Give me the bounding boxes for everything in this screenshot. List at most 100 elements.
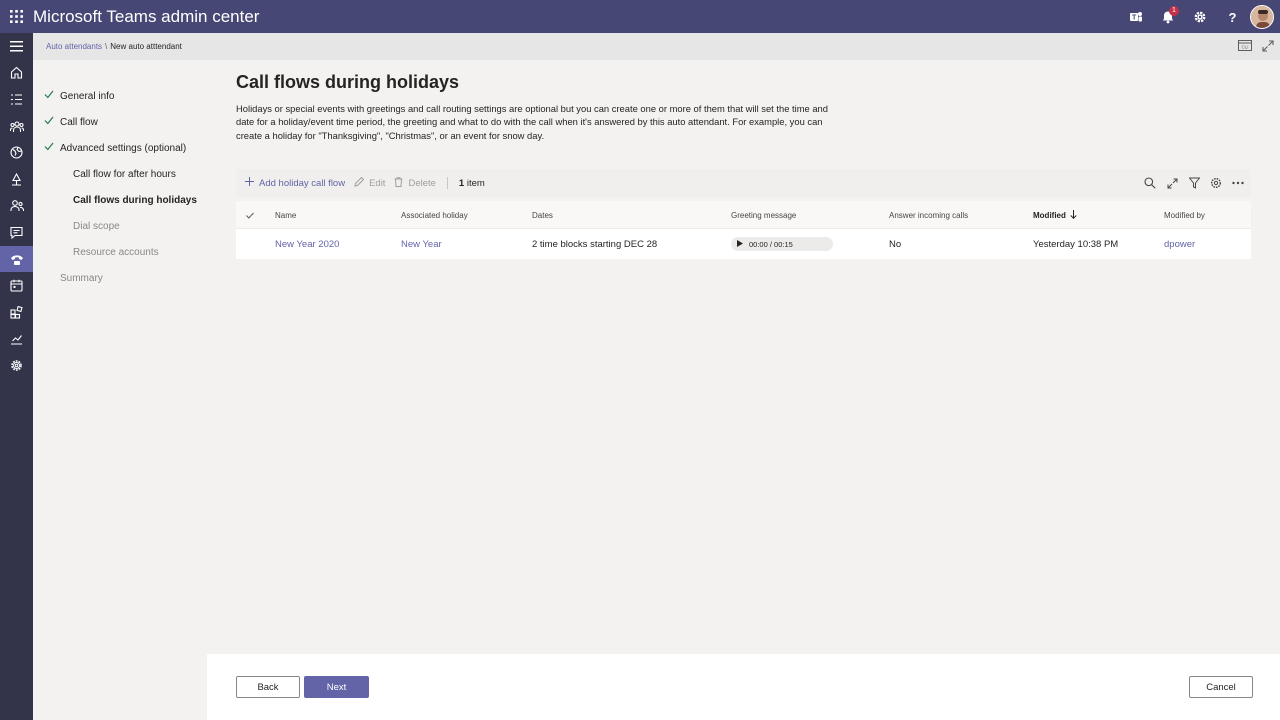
add-holiday-call-flow-button[interactable]: Add holiday call flow xyxy=(245,169,345,197)
answer-incoming-calls-cell: No xyxy=(889,238,902,250)
search-icon[interactable] xyxy=(1143,176,1157,190)
wizard-step-label: Summary xyxy=(60,272,103,284)
plus-icon xyxy=(245,177,254,189)
cancel-button[interactable]: Cancel xyxy=(1189,676,1253,698)
app-title: Microsoft Teams admin center xyxy=(33,6,260,26)
pencil-icon xyxy=(354,176,365,190)
table-row[interactable]: New Year 2020 New Year 2 time blocks sta… xyxy=(236,229,1251,259)
holiday-call-flows-table: Name Associated holiday Dates Greeting m… xyxy=(236,201,1251,259)
keyboard-shortcuts-icon[interactable]: CLI xyxy=(1238,40,1252,53)
wizard-step-call-flow[interactable]: Call flow xyxy=(33,113,98,131)
wizard-step-resource-accounts[interactable]: Resource accounts xyxy=(33,243,159,261)
page-title: Call flows during holidays xyxy=(236,72,460,92)
trash-icon xyxy=(394,176,403,190)
check-icon xyxy=(44,142,54,154)
svg-text:CLI: CLI xyxy=(1242,45,1249,50)
left-nav-rail xyxy=(0,33,33,720)
svg-text:?: ? xyxy=(1229,10,1237,24)
page-description: Holidays or special events with greeting… xyxy=(236,103,828,141)
filter-icon[interactable] xyxy=(1187,176,1201,190)
breadcrumb-separator: \ xyxy=(105,42,108,51)
wizard-step-summary[interactable]: Summary xyxy=(33,269,103,287)
add-holiday-call-flow-label: Add holiday call flow xyxy=(259,177,346,189)
column-header-modified-label: Modified xyxy=(1033,210,1066,220)
greeting-audio-player[interactable]: 00:00 / 00:15 xyxy=(731,229,833,259)
associated-holiday-link[interactable]: New Year xyxy=(401,229,442,259)
wizard-step-label: General info xyxy=(60,90,115,102)
column-header-name[interactable]: Name xyxy=(275,201,296,229)
back-button[interactable]: Back xyxy=(236,676,300,698)
top-bar: Microsoft Teams admin center T 1 ? xyxy=(0,0,1280,33)
column-header-associated-holiday[interactable]: Associated holiday xyxy=(401,201,468,229)
analytics-reports-icon[interactable] xyxy=(0,326,33,353)
delete-label: Delete xyxy=(408,177,436,189)
column-header-modified[interactable]: Modified xyxy=(1033,201,1077,229)
column-header-greeting-message[interactable]: Greeting message xyxy=(731,201,796,229)
expand-fullscreen-icon[interactable] xyxy=(1262,39,1274,54)
toolbar-divider xyxy=(446,177,448,189)
edit-label: Edit xyxy=(369,177,386,189)
user-avatar[interactable] xyxy=(1248,0,1280,33)
users-icon[interactable] xyxy=(0,193,33,220)
item-count-number: 1 xyxy=(458,177,465,189)
item-count-suffix: item xyxy=(466,177,485,189)
org-settings-gear-icon[interactable] xyxy=(0,352,33,379)
check-icon xyxy=(44,116,54,128)
wizard-step-label: Call flow for after hours xyxy=(73,168,176,180)
wizard-step-holidays[interactable]: Call flows during holidays xyxy=(33,191,197,209)
modified-by-link[interactable]: dpower xyxy=(1164,229,1195,259)
wizard-step-general-info[interactable]: General info xyxy=(33,87,114,105)
wizard-footer: Back Next Cancel xyxy=(207,654,1280,720)
wizard-step-label: Call flows during holidays xyxy=(73,194,197,206)
breadcrumb-current: New auto atttendant xyxy=(110,42,182,51)
check-icon xyxy=(44,90,54,102)
table-toolbar: Add holiday call flow Edit Delete 1 item xyxy=(236,169,1251,197)
delete-button[interactable]: Delete xyxy=(394,169,436,197)
edit-button[interactable]: Edit xyxy=(354,169,385,197)
settings-gear-icon[interactable] xyxy=(1184,0,1216,33)
svg-text:T: T xyxy=(1132,14,1137,21)
main-content: Call flows during holidays Holidays or s… xyxy=(207,60,1280,654)
dashboard-list-icon[interactable] xyxy=(0,86,33,113)
wizard-step-advanced-settings[interactable]: Advanced settings (optional) xyxy=(33,139,186,157)
modified-cell: Yesterday 10:38 PM xyxy=(1033,238,1119,250)
teams-apps-icon[interactable] xyxy=(0,299,33,326)
calendar-policy-icon[interactable] xyxy=(0,272,33,299)
sort-descending-arrow-icon xyxy=(1070,209,1077,221)
meetings-messaging-icon[interactable] xyxy=(0,219,33,246)
globe-locations-icon[interactable] xyxy=(0,139,33,166)
column-header-modified-by[interactable]: Modified by xyxy=(1164,201,1205,229)
notifications-bell-icon[interactable]: 1 xyxy=(1152,0,1184,33)
dates-cell: 2 time blocks starting DEC 28 xyxy=(532,238,658,250)
wizard-step-label: Dial scope xyxy=(73,220,120,232)
wizard-step-label: Call flow xyxy=(60,116,98,128)
voice-phone-icon[interactable] xyxy=(0,245,33,273)
column-header-dates[interactable]: Dates xyxy=(532,201,553,229)
column-header-answer-incoming-calls[interactable]: Answer incoming calls xyxy=(889,201,968,229)
next-button[interactable]: Next xyxy=(304,676,369,698)
devices-icon[interactable] xyxy=(0,166,33,193)
app-launcher-icon[interactable] xyxy=(0,0,33,33)
wizard-step-after-hours[interactable]: Call flow for after hours xyxy=(33,165,176,183)
wizard-step-label: Advanced settings (optional) xyxy=(60,142,187,154)
more-options-icon[interactable] xyxy=(1231,176,1245,190)
teams-groups-icon[interactable] xyxy=(0,113,33,140)
home-icon[interactable] xyxy=(0,60,33,87)
help-icon[interactable]: ? xyxy=(1216,0,1248,33)
menu-hamburger-icon[interactable] xyxy=(0,33,33,60)
greeting-audio-time: 00:00 / 00:15 xyxy=(749,239,793,249)
play-icon[interactable] xyxy=(737,239,743,249)
wizard-steps-nav: General info Call flow Advanced settings… xyxy=(33,60,207,720)
notification-badge: 1 xyxy=(1169,6,1179,16)
holiday-call-flow-name-link[interactable]: New Year 2020 xyxy=(275,229,339,259)
column-settings-gear-icon[interactable] xyxy=(1209,176,1223,190)
table-header-row: Name Associated holiday Dates Greeting m… xyxy=(236,201,1251,229)
breadcrumb-auto-attendants-link[interactable]: Auto attendants xyxy=(46,42,102,51)
breadcrumb: Auto attendants \ New auto atttendant CL… xyxy=(33,33,1280,60)
expand-table-icon[interactable] xyxy=(1165,176,1179,190)
select-all-checkbox[interactable] xyxy=(246,201,254,229)
teams-icon[interactable]: T xyxy=(1120,0,1152,33)
wizard-step-dial-scope[interactable]: Dial scope xyxy=(33,217,120,235)
wizard-step-label: Resource accounts xyxy=(73,246,159,258)
item-count: 1 item xyxy=(459,178,485,189)
